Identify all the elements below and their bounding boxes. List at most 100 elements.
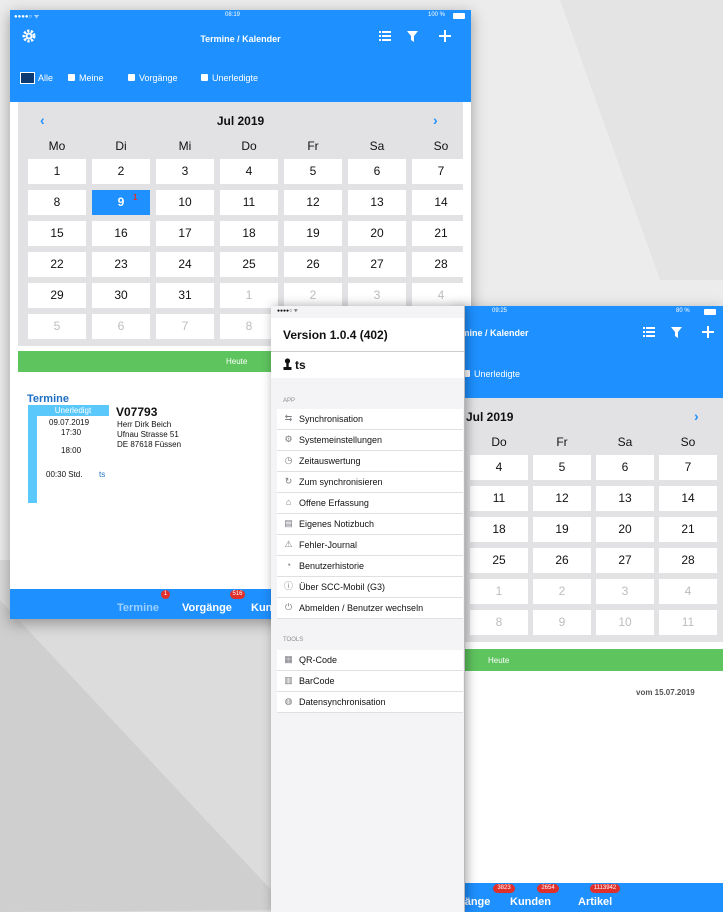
calendar-day[interactable]: 14	[659, 486, 717, 511]
menu-item-inbox[interactable]: ⌂ Offene Erfassung	[277, 493, 463, 514]
calendar-day[interactable]: 5	[28, 314, 86, 339]
filter-mine[interactable]: Meine	[79, 73, 104, 83]
checkbox-vorgaenge[interactable]	[128, 74, 135, 81]
calendar-day[interactable]: 11	[220, 190, 278, 215]
calendar-day[interactable]: 22	[28, 252, 86, 277]
calendar-day[interactable]: 5	[284, 159, 342, 184]
checkbox-meine[interactable]	[68, 74, 75, 81]
user-name[interactable]: ts	[295, 358, 306, 372]
calendar-day[interactable]: 3	[596, 579, 654, 604]
calendar-day[interactable]: 26	[284, 252, 342, 277]
calendar-day[interactable]: 13	[596, 486, 654, 511]
calendar-day[interactable]: 16	[92, 221, 150, 246]
add-icon[interactable]	[439, 30, 451, 42]
calendar-day[interactable]: 18	[470, 517, 528, 542]
calendar-day[interactable]: 91	[92, 190, 150, 215]
filter-open[interactable]: Unerledigte	[212, 73, 258, 83]
menu-item-info[interactable]: ⓘ Über SCC-Mobil (G3)	[277, 577, 463, 598]
calendar-day[interactable]: 11	[659, 610, 717, 635]
menu-item-notebook[interactable]: ▤ Eigenes Notizbuch	[277, 514, 463, 535]
filter-icon[interactable]	[407, 31, 418, 42]
calendar-day[interactable]: 11	[470, 486, 528, 511]
calendar-day[interactable]: 24	[156, 252, 214, 277]
today-button-b[interactable]: Heute	[456, 649, 723, 671]
calendar-day[interactable]: 2	[92, 159, 150, 184]
checkbox-unerledigte[interactable]	[201, 74, 208, 81]
calendar-day[interactable]: 20	[596, 517, 654, 542]
next-month-button[interactable]: ›	[433, 112, 438, 128]
tab-artikel-b[interactable]: Artikel	[578, 896, 612, 908]
menu-item-qr-code[interactable]: ▦ QR-Code	[277, 650, 463, 671]
calendar-day[interactable]: 27	[596, 548, 654, 573]
calendar-day[interactable]: 17	[156, 221, 214, 246]
calendar-day[interactable]: 5	[533, 455, 591, 480]
calendar-day[interactable]: 25	[220, 252, 278, 277]
calendar-day[interactable]: 19	[533, 517, 591, 542]
calendar-day[interactable]: 7	[156, 314, 214, 339]
calendar-day[interactable]: 26	[533, 548, 591, 573]
calendar-day[interactable]: 13	[348, 190, 406, 215]
calendar-day[interactable]: 2	[284, 283, 342, 308]
filter-icon[interactable]	[671, 327, 682, 338]
calendar-day[interactable]: 30	[92, 283, 150, 308]
tab-kunden-b[interactable]: Kunden	[510, 896, 551, 908]
calendar-day[interactable]: 21	[412, 221, 470, 246]
menu-item-clock[interactable]: ◷ Zeitauswertung	[277, 451, 463, 472]
calendar-day[interactable]: 10	[156, 190, 214, 215]
menu-item-sync[interactable]: ⇆ Synchronisation	[277, 409, 463, 430]
calendar-day[interactable]: 12	[533, 486, 591, 511]
calendar-day[interactable]: 8	[28, 190, 86, 215]
menu-item-refresh[interactable]: ↻ Zum synchronisieren	[277, 472, 463, 493]
calendar-day[interactable]: 1	[470, 579, 528, 604]
calendar-day[interactable]: 23	[92, 252, 150, 277]
calendar-day[interactable]: 15	[28, 221, 86, 246]
list-icon[interactable]	[643, 327, 655, 337]
calendar-day[interactable]: 9	[533, 610, 591, 635]
calendar-day[interactable]: 28	[659, 548, 717, 573]
menu-item-power[interactable]: ⏻ Abmelden / Benutzer wechseln	[277, 598, 463, 619]
filter-processes[interactable]: Vorgänge	[139, 73, 178, 83]
calendar-day[interactable]: 8	[220, 314, 278, 339]
menu-item-history[interactable]: ◔ Benutzerhistorie	[277, 556, 463, 577]
calendar-view-icon[interactable]	[20, 72, 35, 84]
tab-vorgaenge[interactable]: Vorgänge	[182, 602, 232, 614]
calendar-day[interactable]: 4	[412, 283, 470, 308]
calendar-day[interactable]: 6	[596, 455, 654, 480]
calendar-day[interactable]: 2	[533, 579, 591, 604]
menu-item-gear[interactable]: ⚙ Systemeinstellungen	[277, 430, 463, 451]
calendar-day[interactable]: 25	[470, 548, 528, 573]
calendar-day[interactable]: 8	[470, 610, 528, 635]
add-icon[interactable]	[702, 326, 714, 338]
calendar-day[interactable]: 7	[659, 455, 717, 480]
calendar-day[interactable]: 6	[92, 314, 150, 339]
calendar-day[interactable]: 4	[470, 455, 528, 480]
filter-open-b[interactable]: Unerledigte	[474, 369, 520, 379]
menu-item-label: Datensynchronisation	[299, 697, 386, 707]
calendar-day[interactable]: 29	[28, 283, 86, 308]
next-month-button-b[interactable]: ›	[694, 408, 699, 424]
calendar-day[interactable]: 7	[412, 159, 470, 184]
calendar-day[interactable]: 10	[596, 610, 654, 635]
calendar-day[interactable]: 19	[284, 221, 342, 246]
calendar-day[interactable]: 28	[412, 252, 470, 277]
calendar-day[interactable]: 3	[348, 283, 406, 308]
calendar-day[interactable]: 14	[412, 190, 470, 215]
menu-item-warning[interactable]: ⚠ Fehler-Journal	[277, 535, 463, 556]
calendar-day[interactable]: 6	[348, 159, 406, 184]
calendar-day[interactable]: 4	[220, 159, 278, 184]
calendar-day[interactable]: 27	[348, 252, 406, 277]
calendar-day[interactable]: 12	[284, 190, 342, 215]
calendar-day[interactable]: 1	[28, 159, 86, 184]
calendar-day[interactable]: 4	[659, 579, 717, 604]
calendar-day[interactable]: 1	[220, 283, 278, 308]
calendar-day[interactable]: 20	[348, 221, 406, 246]
filter-all[interactable]: Alle	[38, 73, 53, 83]
tab-termine[interactable]: Termine	[117, 602, 159, 614]
calendar-day[interactable]: 31	[156, 283, 214, 308]
menu-item-barcode[interactable]: ▥ BarCode	[277, 671, 463, 692]
menu-item-data-sync[interactable]: ◍ Datensynchronisation	[277, 692, 463, 713]
calendar-day[interactable]: 3	[156, 159, 214, 184]
calendar-day[interactable]: 21	[659, 517, 717, 542]
calendar-day[interactable]: 18	[220, 221, 278, 246]
list-icon[interactable]	[379, 31, 391, 41]
